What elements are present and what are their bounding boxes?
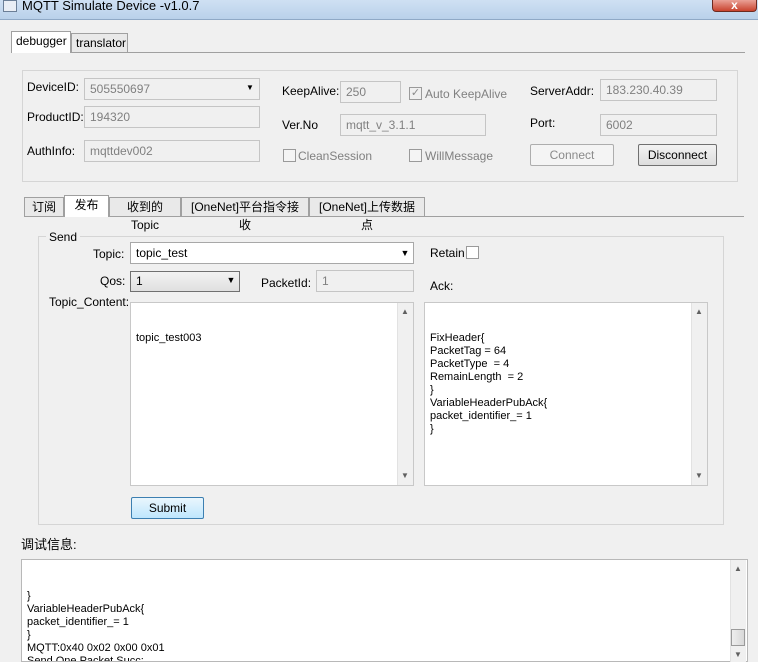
auth-info-label: AuthInfo: [27,144,76,158]
device-id-value: 505550697 [90,82,151,96]
tab-onenet-command[interactable]: [OneNet]平台指令接收 [181,197,309,232]
clean-session-label: CleanSession [298,149,373,163]
tab-received-topic[interactable]: 收到的Topic [109,197,181,232]
close-button[interactable]: x [712,0,757,12]
will-message-checkbox[interactable] [409,149,422,162]
send-group-label: Send [46,230,81,244]
tab-subscribe[interactable]: 订阅 [24,197,64,217]
ack-textarea[interactable]: FixHeader{ PacketTag = 64 PacketType = 4… [424,302,708,486]
topic-combo[interactable]: topic_test [130,242,414,264]
server-addr-label: ServerAddr: [530,84,595,98]
ack-text: FixHeader{ PacketTag = 64 PacketType = 4… [430,332,548,435]
port-label: Port: [530,116,556,130]
scroll-down-icon[interactable]: ▼ [397,469,413,483]
packet-id-label: PacketId: [261,276,312,290]
chevron-down-icon[interactable]: ▼ [242,78,258,100]
submit-button[interactable]: Submit [131,497,204,519]
disconnect-button[interactable]: Disconnect [638,144,717,166]
topic-content-label: Topic_Content: [49,295,130,309]
chevron-down-icon[interactable]: ▼ [224,271,238,291]
scroll-up-icon[interactable]: ▲ [397,305,413,319]
scroll-down-icon[interactable]: ▼ [730,648,746,662]
topic-label: Topic: [93,247,125,261]
scroll-up-icon[interactable]: ▲ [730,562,746,576]
keepalive-field[interactable]: 250 [340,81,401,103]
retain-label: Retain [430,246,465,260]
tab-translator[interactable]: translator [71,33,128,53]
topic-content-text: topic_test003 [136,332,202,344]
debug-log-text: } VariableHeaderPubAck{ packet_identifie… [27,590,165,662]
topic-content-textarea[interactable]: topic_test003 [130,302,414,486]
auto-keepalive-checkbox[interactable]: ✓ [409,87,422,100]
debug-log-textarea[interactable]: } VariableHeaderPubAck{ packet_identifie… [21,559,748,662]
debug-info-label: 调试信息: [21,537,77,552]
version-field[interactable]: mqtt_v_3.1.1 [340,114,486,136]
sub-tab-panel-border [24,216,744,217]
connect-button[interactable]: Connect [530,144,614,166]
app-icon [3,0,17,12]
scrollbar-thumb[interactable] [731,629,745,646]
tab-debugger[interactable]: debugger [11,31,71,53]
product-id-label: ProductID: [27,110,84,124]
ack-label: Ack: [430,279,454,293]
device-id-label: DeviceID: [27,80,80,94]
clean-session-checkbox[interactable] [283,149,296,162]
version-label: Ver.No [282,118,319,132]
tab-onenet-upload[interactable]: [OneNet]上传数据点 [309,197,425,232]
will-message-label: WillMessage [425,149,494,163]
auto-keepalive-label: Auto KeepAlive [425,87,508,101]
check-icon: ✓ [410,87,421,99]
scroll-up-icon[interactable]: ▲ [691,305,707,319]
device-id-field[interactable]: 505550697 [84,78,260,100]
product-id-field[interactable]: 194320 [84,106,260,128]
tab-panel-border [11,52,745,53]
auth-info-field[interactable]: mqttdev002 [84,140,260,162]
scroll-down-icon[interactable]: ▼ [691,469,707,483]
server-addr-field[interactable]: 183.230.40.39 [600,79,717,101]
ack-scrollbar[interactable] [691,303,707,485]
retain-checkbox[interactable] [466,246,479,259]
port-field[interactable]: 6002 [600,114,717,136]
chevron-down-icon[interactable]: ▼ [398,243,412,263]
content-scrollbar[interactable] [397,303,413,485]
qos-label: Qos: [100,274,126,288]
window-title: MQTT Simulate Device -v1.0.7 [22,0,200,13]
tab-publish[interactable]: 发布 [64,195,109,217]
keepalive-label: KeepAlive: [282,84,340,98]
packet-id-field[interactable]: 1 [316,270,414,292]
